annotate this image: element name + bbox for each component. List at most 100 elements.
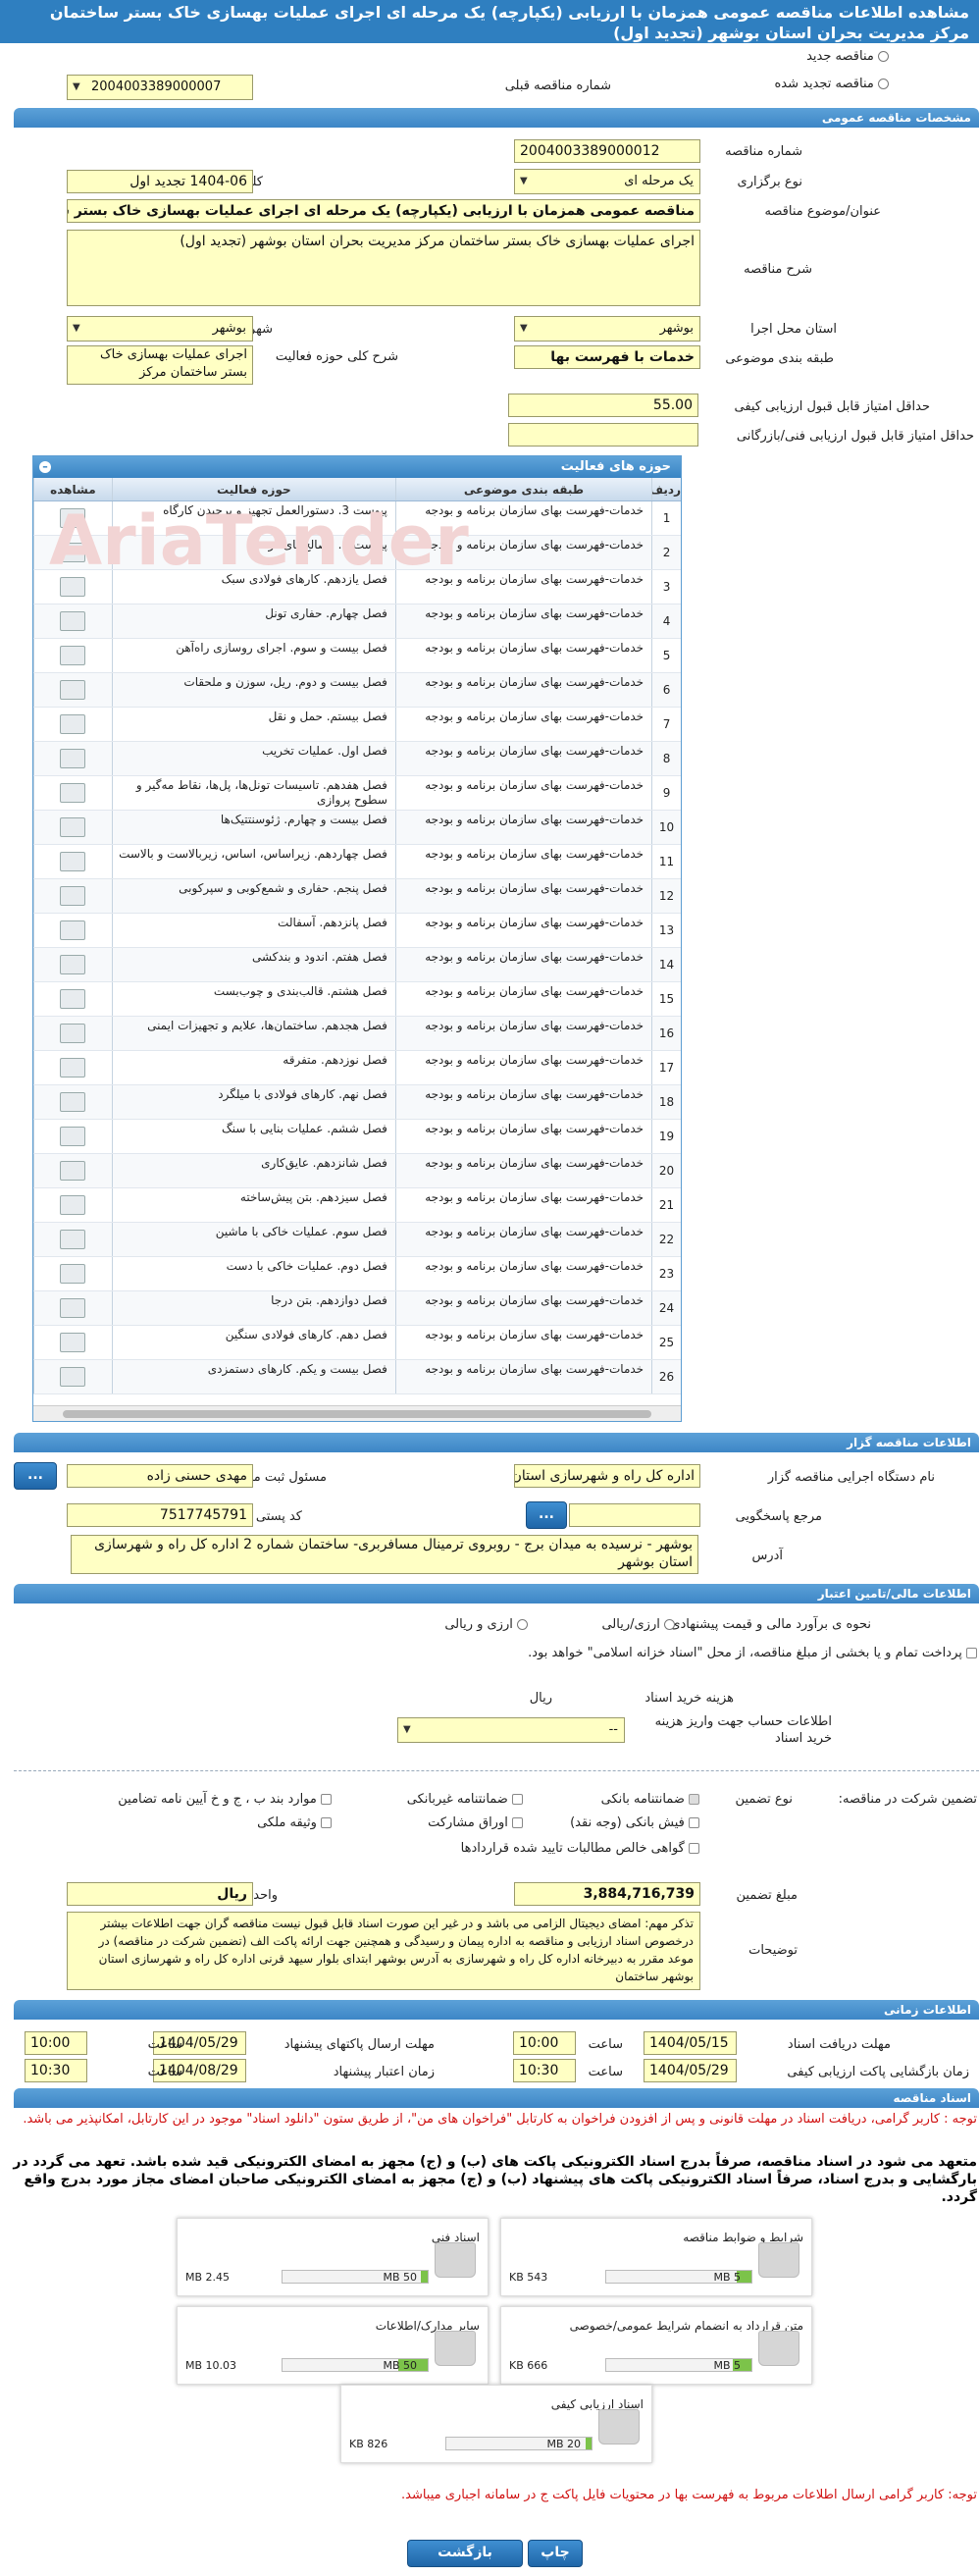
row-view[interactable] [33, 1051, 112, 1084]
view-icon[interactable] [60, 680, 85, 700]
document-card[interactable]: اسناد ارزیابی کیفی 20 MB 826 KB [340, 2385, 652, 2463]
g3-checkbox[interactable]: موارد بند ب ، ج و خ آیین نامه تضامین [118, 1792, 332, 1807]
row-number: 5 [651, 639, 681, 672]
resp-lookup-button[interactable]: ... [14, 1462, 57, 1490]
holding-select[interactable]: ▼ یک مرحله ای [514, 169, 700, 194]
view-icon[interactable] [60, 1058, 85, 1078]
view-icon[interactable] [60, 1298, 85, 1318]
notes-textarea[interactable]: تذکر مهم: امضای دیجیتال الزامی می باشد و… [67, 1912, 700, 1990]
prev-number-select[interactable]: ▼ 2004003389000007 [67, 75, 253, 100]
ref-lookup-button[interactable]: ... [526, 1501, 567, 1529]
view-icon[interactable] [60, 852, 85, 871]
estimate-radio-1[interactable]: ارزی/ریالی [601, 1617, 675, 1632]
doc-max-size: 5 MB [713, 2271, 741, 2284]
row-view[interactable] [33, 811, 112, 844]
org-field: اداره کل راه و شهرسازی استان بوشهر [514, 1464, 700, 1488]
row-category: خدمات-فهرست بهای سازمان برنامه و بودجه [394, 1154, 651, 1187]
amount-field: 3,884,716,739 [514, 1882, 700, 1906]
row-view[interactable] [33, 1120, 112, 1153]
row-view[interactable] [33, 879, 112, 913]
horizontal-scrollbar[interactable] [33, 1405, 681, 1421]
row-view[interactable] [33, 1360, 112, 1393]
g7-checkbox[interactable]: گواهی خالص مطالبات تایید شده قراردادها [461, 1841, 699, 1856]
t1-time-label: ساعت [588, 2037, 623, 2052]
col-view: مشاهده [33, 478, 112, 500]
view-icon[interactable] [60, 749, 85, 768]
row-view[interactable] [33, 1017, 112, 1050]
doc-used-size: 543 KB [509, 2271, 548, 2284]
g4-checkbox[interactable]: فیش بانکی (وجه نقد) [570, 1815, 699, 1830]
view-icon[interactable] [60, 646, 85, 665]
row-view[interactable] [33, 673, 112, 707]
view-icon[interactable] [60, 817, 85, 837]
renewed-tender-radio[interactable]: مناقصه تجدید شده [774, 77, 889, 91]
view-icon[interactable] [60, 920, 85, 940]
document-card[interactable]: سایر مدارک/اطلاعات 50 MB 10.03 MB [177, 2306, 489, 2385]
t2-time: 10:00 [25, 2031, 87, 2055]
g5-checkbox[interactable]: اوراق مشارکت [428, 1815, 523, 1830]
document-card[interactable]: اسناد فنی 50 MB 2.45 MB [177, 2218, 489, 2296]
doc-max-size: 50 MB [383, 2271, 417, 2284]
row-view[interactable] [33, 948, 112, 981]
document-card[interactable]: شرایط و ضوابط مناقصه 5 MB 543 KB [500, 2218, 812, 2296]
view-icon[interactable] [60, 1024, 85, 1043]
row-view[interactable] [33, 1257, 112, 1290]
doc-max-size: 50 MB [383, 2359, 417, 2372]
back-button[interactable]: بازگشت [407, 2540, 523, 2567]
row-view[interactable] [33, 742, 112, 775]
row-view[interactable] [33, 776, 112, 810]
row-number: 7 [651, 708, 681, 741]
view-icon[interactable] [60, 1367, 85, 1387]
view-icon[interactable] [60, 1127, 85, 1146]
folder-icon [758, 2242, 799, 2278]
view-icon[interactable] [60, 1195, 85, 1215]
row-scope: فصل دوم. عملیات خاکی با دست [111, 1257, 395, 1290]
province-select[interactable]: ▼ بوشهر [514, 316, 700, 342]
row-view[interactable] [33, 639, 112, 672]
row-view[interactable] [33, 605, 112, 638]
row-view[interactable] [33, 1291, 112, 1325]
view-icon[interactable] [60, 955, 85, 974]
collapse-icon[interactable]: – [39, 461, 51, 473]
document-card[interactable]: متن قرارداد به انضمام شرایط عمومی/خصوصی 5… [500, 2306, 812, 2385]
view-icon[interactable] [60, 783, 85, 803]
view-icon[interactable] [60, 611, 85, 631]
section-general: مشخصات مناقصه عمومی [14, 108, 979, 128]
page-title: مشاهده اطلاعات مناقصه عمومی همزمان با ار… [0, 0, 979, 43]
g1-checkbox[interactable]: ضمانتنامه بانکی [601, 1792, 699, 1807]
scope-listbox[interactable]: اجرای عملیات بهسازی خاک بستر ساختمان مرک… [67, 345, 253, 385]
estimate-radio-2[interactable]: ارزی و ریالی [444, 1617, 528, 1632]
row-view[interactable] [33, 845, 112, 878]
g6-checkbox[interactable]: وثیقه ملکی [257, 1815, 332, 1830]
grid-header: ردیف طبقه بندی موضوعی حوزه فعالیت مشاهده [33, 478, 681, 501]
view-icon[interactable] [60, 886, 85, 906]
table-row: 6 خدمات-فهرست بهای سازمان برنامه و بودجه ف… [33, 673, 681, 708]
account-select[interactable]: ▼ -- [397, 1717, 625, 1743]
row-number: 12 [651, 879, 681, 913]
new-tender-radio[interactable]: مناقصه جدید [806, 49, 889, 64]
row-view[interactable] [33, 1154, 112, 1187]
row-view[interactable] [33, 1326, 112, 1359]
g2-checkbox[interactable]: ضمانتنامه غیربانکی [407, 1792, 523, 1807]
address-textarea[interactable]: بوشهر - نرسیده به میدان برج - روبروی ترم… [71, 1535, 698, 1574]
view-icon[interactable] [60, 1092, 85, 1112]
view-icon[interactable] [60, 1230, 85, 1249]
view-icon[interactable] [60, 714, 85, 734]
view-icon[interactable] [60, 989, 85, 1009]
row-view[interactable] [33, 1223, 112, 1256]
t1-date: 1404/05/15 [644, 2031, 737, 2055]
view-icon[interactable] [60, 1161, 85, 1181]
col-row: ردیف [651, 478, 681, 500]
row-category: خدمات-فهرست بهای سازمان برنامه و بودجه [394, 1291, 651, 1325]
view-icon[interactable] [60, 1333, 85, 1352]
print-button[interactable]: چاپ [528, 2540, 583, 2567]
view-icon[interactable] [60, 1264, 85, 1284]
description-textarea[interactable]: اجرای عملیات بهسازی خاک بستر ساختمان مرک… [67, 230, 700, 306]
row-view[interactable] [33, 708, 112, 741]
payment-checkbox[interactable]: پرداخت تمام و یا بخشی از مبلغ مناقصه، از… [516, 1645, 977, 1662]
row-view[interactable] [33, 982, 112, 1016]
row-view[interactable] [33, 914, 112, 947]
row-view[interactable] [33, 1085, 112, 1119]
row-view[interactable] [33, 1188, 112, 1222]
city-select[interactable]: ▼ بوشهر [67, 316, 253, 342]
